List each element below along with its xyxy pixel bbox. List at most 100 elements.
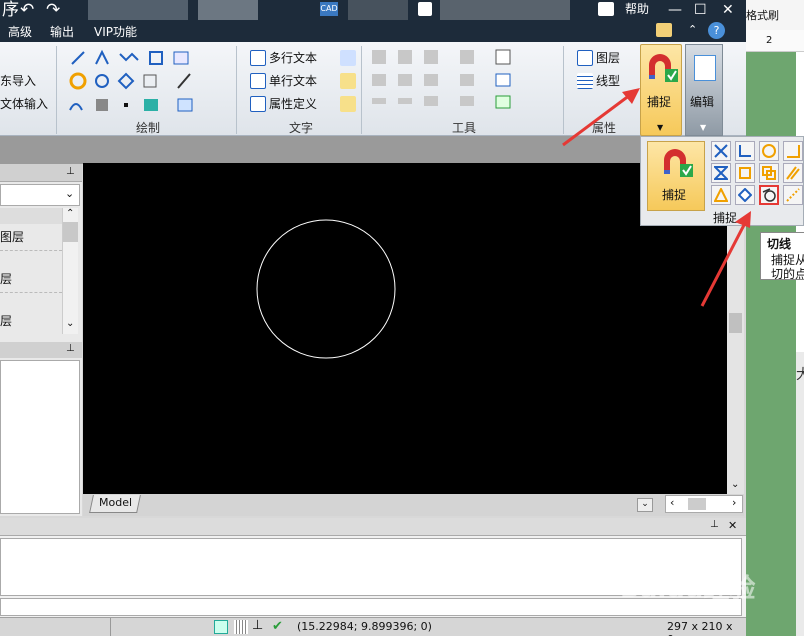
measure-icon bbox=[495, 73, 511, 87]
close-icon[interactable]: ✕ bbox=[728, 519, 737, 532]
tab-menu-icon[interactable]: ⌄ bbox=[637, 498, 653, 512]
apparent-snap-button[interactable] bbox=[711, 163, 731, 183]
chevron-down-icon[interactable]: ⌄ bbox=[66, 318, 74, 329]
layer-list-item[interactable]: 层 bbox=[0, 312, 12, 329]
model-tab-bar: Model ⌄ ‹ › bbox=[83, 494, 744, 516]
ortho-toggle-icon[interactable]: ⊥ bbox=[252, 618, 263, 633]
layer-icon bbox=[577, 50, 593, 66]
grid-toggle-icon[interactable] bbox=[234, 620, 248, 634]
ellipse-icon bbox=[95, 74, 109, 88]
extension-snap-button[interactable] bbox=[783, 185, 803, 205]
minimize-icon[interactable]: — bbox=[668, 0, 682, 20]
insertion-snap-button[interactable] bbox=[759, 163, 779, 183]
cad-icon[interactable]: CAD bbox=[320, 2, 338, 16]
redo-icon[interactable]: ↷ bbox=[46, 1, 60, 19]
stext-button[interactable]: 单行文本 bbox=[269, 72, 317, 89]
background-window: 格式刷 2 大 bbox=[746, 0, 804, 636]
attdef-button[interactable]: 属性定义 bbox=[269, 95, 317, 112]
pin-icon[interactable]: ⊥ bbox=[66, 166, 75, 177]
arc-icon bbox=[69, 103, 83, 111]
chevron-left-icon[interactable]: ‹ bbox=[670, 496, 674, 509]
scroll-thumb[interactable] bbox=[63, 222, 78, 242]
layer-list-item[interactable]: 图层 bbox=[0, 228, 24, 245]
snap-label: 捕捉 bbox=[647, 95, 672, 109]
panel-header: ⊥ bbox=[0, 342, 82, 358]
drawing-canvas[interactable] bbox=[83, 163, 727, 494]
text-find-icon[interactable] bbox=[340, 96, 356, 112]
mtext-button[interactable]: 多行文本 bbox=[269, 49, 317, 66]
dropdown-icon: ▼ bbox=[700, 123, 707, 132]
linetype-icon bbox=[577, 73, 593, 89]
menu-vip[interactable]: VIP功能 bbox=[94, 23, 137, 40]
pin-icon[interactable]: ⊥ bbox=[710, 519, 719, 530]
paper-size-readout: 297 x 210 x 0; bbox=[667, 620, 733, 636]
hscroll[interactable]: ‹ › bbox=[665, 495, 743, 513]
list-header bbox=[0, 208, 62, 224]
layout-icon bbox=[495, 49, 511, 65]
title-bar: 序 ↶ ↷ CAD 帮助 — ☐ ✕ bbox=[0, 0, 746, 20]
chevron-right-icon[interactable]: › bbox=[732, 496, 736, 509]
triangle-snap-button[interactable] bbox=[711, 185, 731, 205]
tangent-snap-button[interactable] bbox=[759, 185, 779, 205]
square-snap-button[interactable] bbox=[735, 163, 755, 183]
quadrant-snap-button[interactable] bbox=[735, 185, 755, 205]
menu-advanced[interactable]: 高级 bbox=[8, 23, 32, 40]
scrollbar[interactable]: ⌃ ⌄ bbox=[62, 208, 78, 334]
maximize-icon[interactable]: ☐ bbox=[694, 0, 707, 20]
osnap-toggle-icon[interactable]: ✔ bbox=[272, 619, 283, 634]
stretch-icon bbox=[398, 74, 412, 86]
document-icon[interactable] bbox=[418, 2, 432, 16]
purge-icon bbox=[495, 95, 511, 109]
fillet-icon bbox=[424, 96, 438, 106]
clipboard-icon bbox=[694, 55, 716, 81]
watermark-url: jingyan.baidu.com bbox=[626, 602, 728, 615]
layer-list-item[interactable]: 层 bbox=[0, 270, 12, 287]
break-icon bbox=[372, 98, 386, 104]
style-icon[interactable] bbox=[656, 23, 672, 37]
perpendicular-snap-button[interactable] bbox=[735, 141, 755, 161]
close-icon[interactable]: ✕ bbox=[722, 0, 734, 20]
pin-icon[interactable]: ⊥ bbox=[66, 343, 75, 354]
center-snap-button[interactable] bbox=[759, 141, 779, 161]
table-icon bbox=[177, 98, 193, 112]
separator bbox=[361, 46, 362, 134]
lock-icon[interactable] bbox=[598, 2, 614, 16]
intersection-snap-button[interactable] bbox=[711, 141, 731, 161]
scroll-thumb[interactable] bbox=[688, 498, 706, 510]
divider bbox=[0, 250, 62, 251]
blurred-region bbox=[348, 0, 408, 20]
chevron-up-icon[interactable]: ⌃ bbox=[66, 208, 74, 219]
command-header: ⊥ ✕ bbox=[0, 518, 746, 536]
workspace-background bbox=[0, 136, 746, 164]
snap-popup-button[interactable]: 捕捉 bbox=[647, 141, 705, 211]
menu-output[interactable]: 输出 bbox=[50, 23, 74, 40]
text-input-button[interactable]: 文体输入 bbox=[0, 95, 48, 112]
text-style-icon[interactable] bbox=[340, 50, 356, 66]
linetype-button[interactable]: 线型 bbox=[596, 72, 620, 89]
copy-icon bbox=[143, 74, 157, 88]
help-menu[interactable]: 帮助 bbox=[625, 0, 649, 18]
scroll-thumb[interactable] bbox=[729, 313, 742, 333]
hatch-icon bbox=[96, 99, 108, 111]
parallel-snap-button[interactable] bbox=[783, 163, 803, 183]
help-icon[interactable]: ? bbox=[708, 22, 725, 39]
import-button[interactable]: 东导入 bbox=[0, 72, 36, 89]
ruler-number: 2 bbox=[766, 35, 773, 46]
layer-button[interactable]: 图层 bbox=[596, 49, 620, 66]
layer-dropdown[interactable]: ⌄ bbox=[0, 184, 80, 206]
edit-button[interactable]: 编辑 ▼ bbox=[685, 44, 723, 136]
snap-button[interactable]: 捕捉 ▼ bbox=[640, 44, 682, 136]
snap-popup-label: 捕捉 bbox=[662, 188, 687, 202]
app-logo-icon: 序 bbox=[2, 0, 19, 20]
undo-icon[interactable]: ↶ bbox=[20, 1, 34, 19]
chevron-down-icon[interactable]: ⌄ bbox=[731, 479, 739, 490]
collapse-icon[interactable]: ⌃ bbox=[688, 23, 697, 36]
ruler: 2 bbox=[746, 30, 804, 52]
blurred-region bbox=[198, 0, 258, 20]
format-painter-label[interactable]: 格式刷 bbox=[746, 7, 779, 23]
snap-toggle-icon[interactable] bbox=[214, 620, 228, 634]
angle-snap-button[interactable] bbox=[783, 141, 803, 161]
text-edit-icon[interactable] bbox=[340, 73, 356, 89]
toolbar-strip: 格式刷 bbox=[746, 0, 804, 30]
divider bbox=[110, 618, 111, 636]
